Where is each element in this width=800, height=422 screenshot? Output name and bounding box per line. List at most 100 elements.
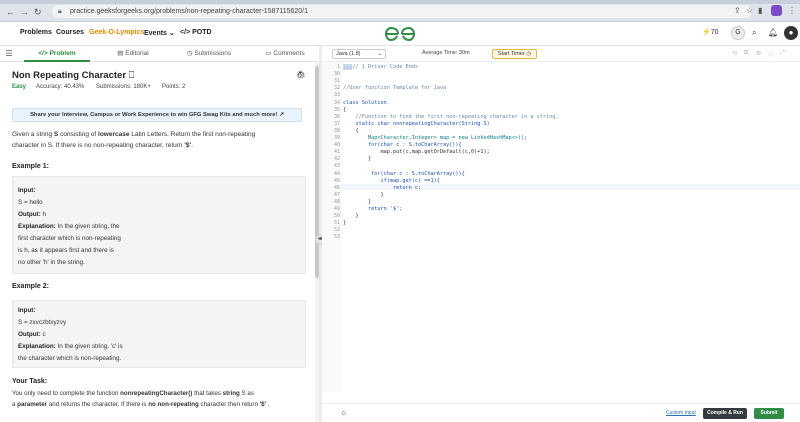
- book-icon: ▤: [117, 50, 124, 57]
- profile-icon[interactable]: [771, 5, 782, 16]
- back-icon[interactable]: ←: [6, 7, 15, 17]
- line-number: 43: [333, 163, 340, 170]
- line-number: 53: [333, 234, 340, 241]
- start-timer-button[interactable]: Start Timer ◷: [492, 49, 537, 59]
- tab-editorial[interactable]: ▤ Editorial: [100, 46, 166, 62]
- example1-explanation-2: first character which is non-repeating: [18, 235, 121, 242]
- sun-icon[interactable]: ☼: [340, 408, 347, 417]
- code-line[interactable]: //Function to find the first non-repeati…: [343, 114, 558, 120]
- code-icon: </>: [180, 29, 191, 36]
- nav-potd[interactable]: </> POTD: [180, 29, 212, 36]
- chevron-down-icon: ⌄: [168, 30, 175, 37]
- line-number: 49: [333, 206, 340, 212]
- code-line[interactable]: if(map.get(c) ==1){: [343, 178, 439, 184]
- streak-counter[interactable]: ⚡70: [702, 28, 719, 36]
- bell-icon[interactable]: 🔔︎: [768, 28, 778, 37]
- example1-heading: Example 1:: [12, 163, 49, 170]
- code-line[interactable]: return c;: [343, 185, 421, 191]
- share-experience-banner[interactable]: Share your Interview, Campus or Work Exp…: [12, 108, 302, 122]
- code-line[interactable]: for(char c : S.toCharArray()){: [343, 142, 462, 148]
- fullscreen-icon[interactable]: ⤢: [780, 50, 785, 57]
- kebab-menu-icon[interactable]: ⋮: [788, 6, 796, 15]
- line-number: 35: [333, 106, 340, 113]
- settings-icon[interactable]: ⚙: [756, 50, 761, 57]
- code-line[interactable]: {: [343, 107, 346, 113]
- code-line[interactable]: for(char c : S.toCharArray()){: [343, 171, 465, 177]
- star-icon[interactable]: ☆: [746, 6, 753, 15]
- line-number: 1: [336, 64, 340, 70]
- reload-icon[interactable]: ↻: [34, 7, 42, 18]
- line-number: 30: [333, 71, 340, 78]
- line-number: 33: [333, 92, 340, 99]
- language-select[interactable]: Java (1.8) ⌄: [332, 49, 386, 59]
- address-bar[interactable]: 🔒︎ practice.geeksforgeeks.org/problems/n…: [52, 5, 752, 18]
- points-stat: Points: 2: [162, 84, 186, 90]
- custom-input-link[interactable]: Custom Input: [666, 410, 696, 416]
- bookmark-icon[interactable]: ⎕: [129, 70, 135, 81]
- line-number: 31: [333, 78, 340, 85]
- search-icon[interactable]: ⌕: [752, 28, 756, 38]
- lock-icon: 🔒︎: [58, 8, 62, 15]
- code-line[interactable]: }: [343, 199, 371, 205]
- nav-courses[interactable]: Courses: [56, 29, 84, 36]
- code-line[interactable]: }: [343, 156, 371, 162]
- chevron-down-icon: ⌄: [377, 51, 382, 57]
- tab-problem[interactable]: </> Problem: [24, 46, 90, 62]
- info-icon[interactable]: ⓘ: [768, 50, 774, 59]
- code-line[interactable]: }: [343, 220, 346, 226]
- hamburger-icon[interactable]: ☰: [4, 46, 14, 62]
- code-line[interactable]: static char nonrepeatingCharacter(String…: [343, 121, 489, 127]
- line-gutter: 1 30 31 32 33 34 35 36 37 38 39 40 41 42 43 44 45 46 47 48 4…: [322, 62, 342, 392]
- line-number: 52: [333, 227, 340, 234]
- example2-box: Input: S = zxvczbtxyzvy Output: c Explan…: [12, 300, 306, 368]
- example1-input-label: Input:: [18, 187, 36, 194]
- code-line[interactable]: class Solution: [343, 100, 387, 106]
- clock-icon: ◷: [186, 50, 193, 57]
- code-line[interactable]: }: [343, 192, 383, 198]
- nav-geek-o-lympics[interactable]: Geek-O-Lympics: [89, 29, 144, 36]
- code-line[interactable]: return '$';: [343, 206, 402, 212]
- code-line[interactable]: //User function Template for Java: [343, 85, 446, 91]
- user-avatar[interactable]: ●: [784, 26, 798, 40]
- line-number: 50: [333, 213, 340, 220]
- badge-icon[interactable]: G: [731, 26, 745, 40]
- submit-button[interactable]: Submit: [754, 408, 784, 419]
- line-number: 38: [333, 127, 340, 134]
- code-line[interactable]: Map<Character,Integer> map = new LinkedH…: [343, 135, 527, 141]
- tab-comments[interactable]: ▭ Comments: [252, 46, 318, 62]
- line-number: 48: [333, 198, 340, 205]
- example1-box: Input: S = hello Output: h Explanation: …: [12, 176, 306, 274]
- code-line[interactable]: }: [343, 213, 358, 219]
- code-line[interactable]: map.put(c,map.getOrDefault(c,0)+1);: [343, 149, 489, 155]
- line-number: 39: [333, 135, 340, 141]
- your-task-heading: Your Task:: [12, 378, 48, 385]
- code-icon: </>: [38, 50, 48, 57]
- example2-explanation-2: the character which is non-repeating.: [18, 355, 122, 362]
- nav-events[interactable]: Events ⌄: [144, 29, 175, 37]
- example2-output: Output: c: [18, 331, 46, 338]
- average-time: Average Time: 30m: [422, 50, 470, 56]
- code-line[interactable]: ...// } Driver Code Ends: [343, 64, 418, 70]
- tab-submissions[interactable]: ◷ Submissions: [176, 46, 242, 62]
- bug-icon[interactable]: 🐞︎: [296, 70, 306, 79]
- share-icon[interactable]: ⇪: [734, 6, 741, 15]
- folded-code-marker[interactable]: ...: [343, 64, 353, 70]
- line-number: 41: [333, 149, 340, 156]
- compile-run-button[interactable]: Compile & Run: [703, 408, 747, 419]
- submissions-stat: Submissions: 180K+: [96, 84, 151, 90]
- gfg-logo[interactable]: [384, 25, 416, 43]
- line-number: 32: [333, 85, 340, 92]
- url-text: practice.geeksforgeeks.org/problems/non-…: [70, 8, 309, 15]
- extension-icon[interactable]: ▮: [758, 6, 762, 15]
- example2-explanation-1: Explanation: In the given string, 'c' is: [18, 343, 123, 350]
- example2-heading: Example 2:: [12, 283, 49, 290]
- line-number: 42: [333, 156, 340, 163]
- code-editor[interactable]: ...// } Driver Code Ends //User function …: [342, 62, 800, 392]
- nav-problems[interactable]: Problems: [20, 29, 52, 36]
- editor-toolbar: Java (1.8) ⌄ Average Time: 30m Start Time…: [322, 46, 800, 62]
- example1-explanation-3: is h, as it appears first and there is: [18, 247, 114, 254]
- code-line[interactable]: {: [343, 128, 358, 134]
- copy-icon[interactable]: ⧉: [744, 50, 748, 57]
- reset-icon[interactable]: ⟲: [732, 50, 737, 57]
- forward-icon[interactable]: →: [20, 7, 29, 17]
